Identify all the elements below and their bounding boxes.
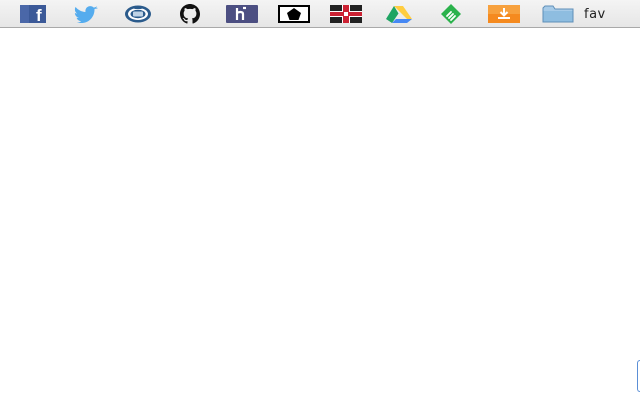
feedly-icon bbox=[441, 4, 461, 24]
bookmark-google-drive[interactable] bbox=[384, 4, 414, 24]
bookmark-tor[interactable] bbox=[124, 4, 152, 24]
bookmark-facebook[interactable]: f bbox=[20, 4, 46, 24]
bookmarks-bar: f fav bbox=[0, 0, 640, 28]
download-icon bbox=[488, 5, 520, 23]
crosshair-grid-icon bbox=[330, 5, 362, 23]
folder-icon bbox=[542, 5, 574, 23]
github-icon bbox=[180, 4, 200, 24]
twitter-icon bbox=[73, 6, 98, 23]
google-drive-icon bbox=[386, 6, 412, 23]
bookmark-folder-label: fav bbox=[584, 6, 606, 22]
bookmark-github[interactable] bbox=[176, 4, 204, 24]
heroku-icon bbox=[226, 5, 258, 23]
facebook-icon: f bbox=[20, 5, 46, 23]
svg-text:f: f bbox=[36, 6, 42, 23]
page-content bbox=[0, 28, 640, 400]
bookmark-twitter[interactable] bbox=[70, 4, 100, 24]
bookmark-download[interactable] bbox=[488, 4, 520, 24]
pentagon-icon bbox=[278, 5, 310, 23]
bookmark-heroku[interactable] bbox=[226, 4, 258, 24]
bookmark-folder-fav[interactable]: fav bbox=[542, 4, 606, 24]
bookmark-pentagon[interactable] bbox=[278, 4, 310, 24]
bookmark-crosshair[interactable] bbox=[330, 4, 362, 24]
tor-onion-icon bbox=[125, 5, 151, 23]
bookmark-feedly[interactable] bbox=[436, 4, 466, 24]
